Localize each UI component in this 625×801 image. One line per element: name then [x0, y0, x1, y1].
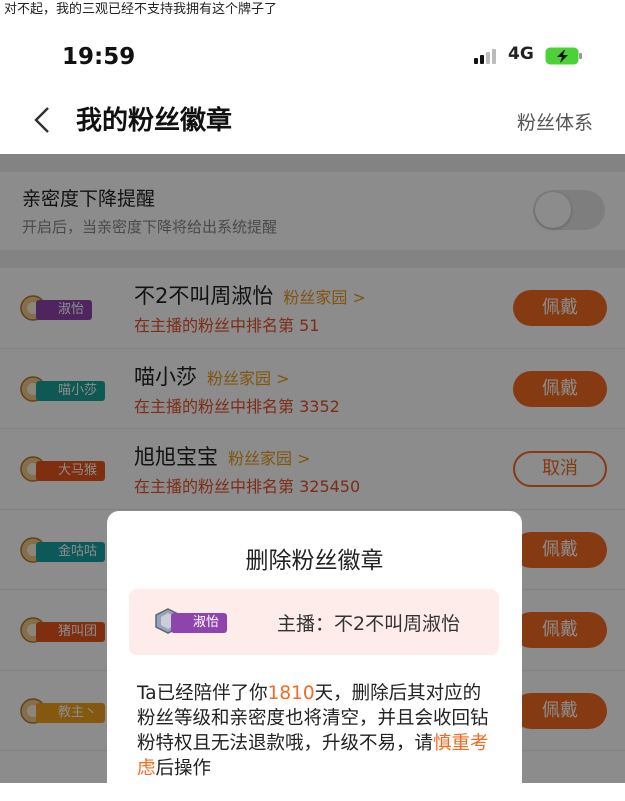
network-type: 4G — [508, 44, 534, 64]
page-title: 我的粉丝徽章 — [76, 106, 233, 136]
battery-charging-icon — [545, 47, 582, 65]
anchor-info-box: 淑怡 主播：不2不叫周淑怡 — [129, 589, 499, 655]
body-text: 后操作 — [155, 758, 212, 779]
dialog-title: 删除粉丝徽章 — [245, 548, 384, 574]
chevron-left-icon[interactable] — [30, 102, 54, 138]
body-text: Ta已经陪伴了你 — [137, 683, 268, 704]
days-count: 1810 — [267, 683, 315, 704]
nav-bar: 我的粉丝徽章 粉丝体系 — [0, 92, 625, 154]
status-bar: 19:59 4G — [0, 22, 625, 92]
signal-icon — [474, 49, 496, 64]
status-time: 19:59 — [62, 44, 136, 70]
anchor-label: 主播：不2不叫周淑怡 — [277, 613, 461, 635]
fan-badge: 淑怡 — [149, 607, 259, 635]
dialog-body: Ta已经陪伴了你1810天，删除后其对应的粉丝等级和亲密度也将清空，并且会收回钻… — [137, 681, 497, 781]
badge-label: 淑怡 — [171, 613, 228, 633]
post-caption: 对不起，我的三观已经不支持我拥有这个牌子了 — [0, 0, 625, 22]
delete-badge-dialog: 删除粉丝徽章 淑怡 主播：不2不叫周淑怡 Ta已经陪伴了你1810天，删除后其对… — [107, 511, 522, 801]
fan-system-link[interactable]: 粉丝体系 — [517, 108, 593, 135]
